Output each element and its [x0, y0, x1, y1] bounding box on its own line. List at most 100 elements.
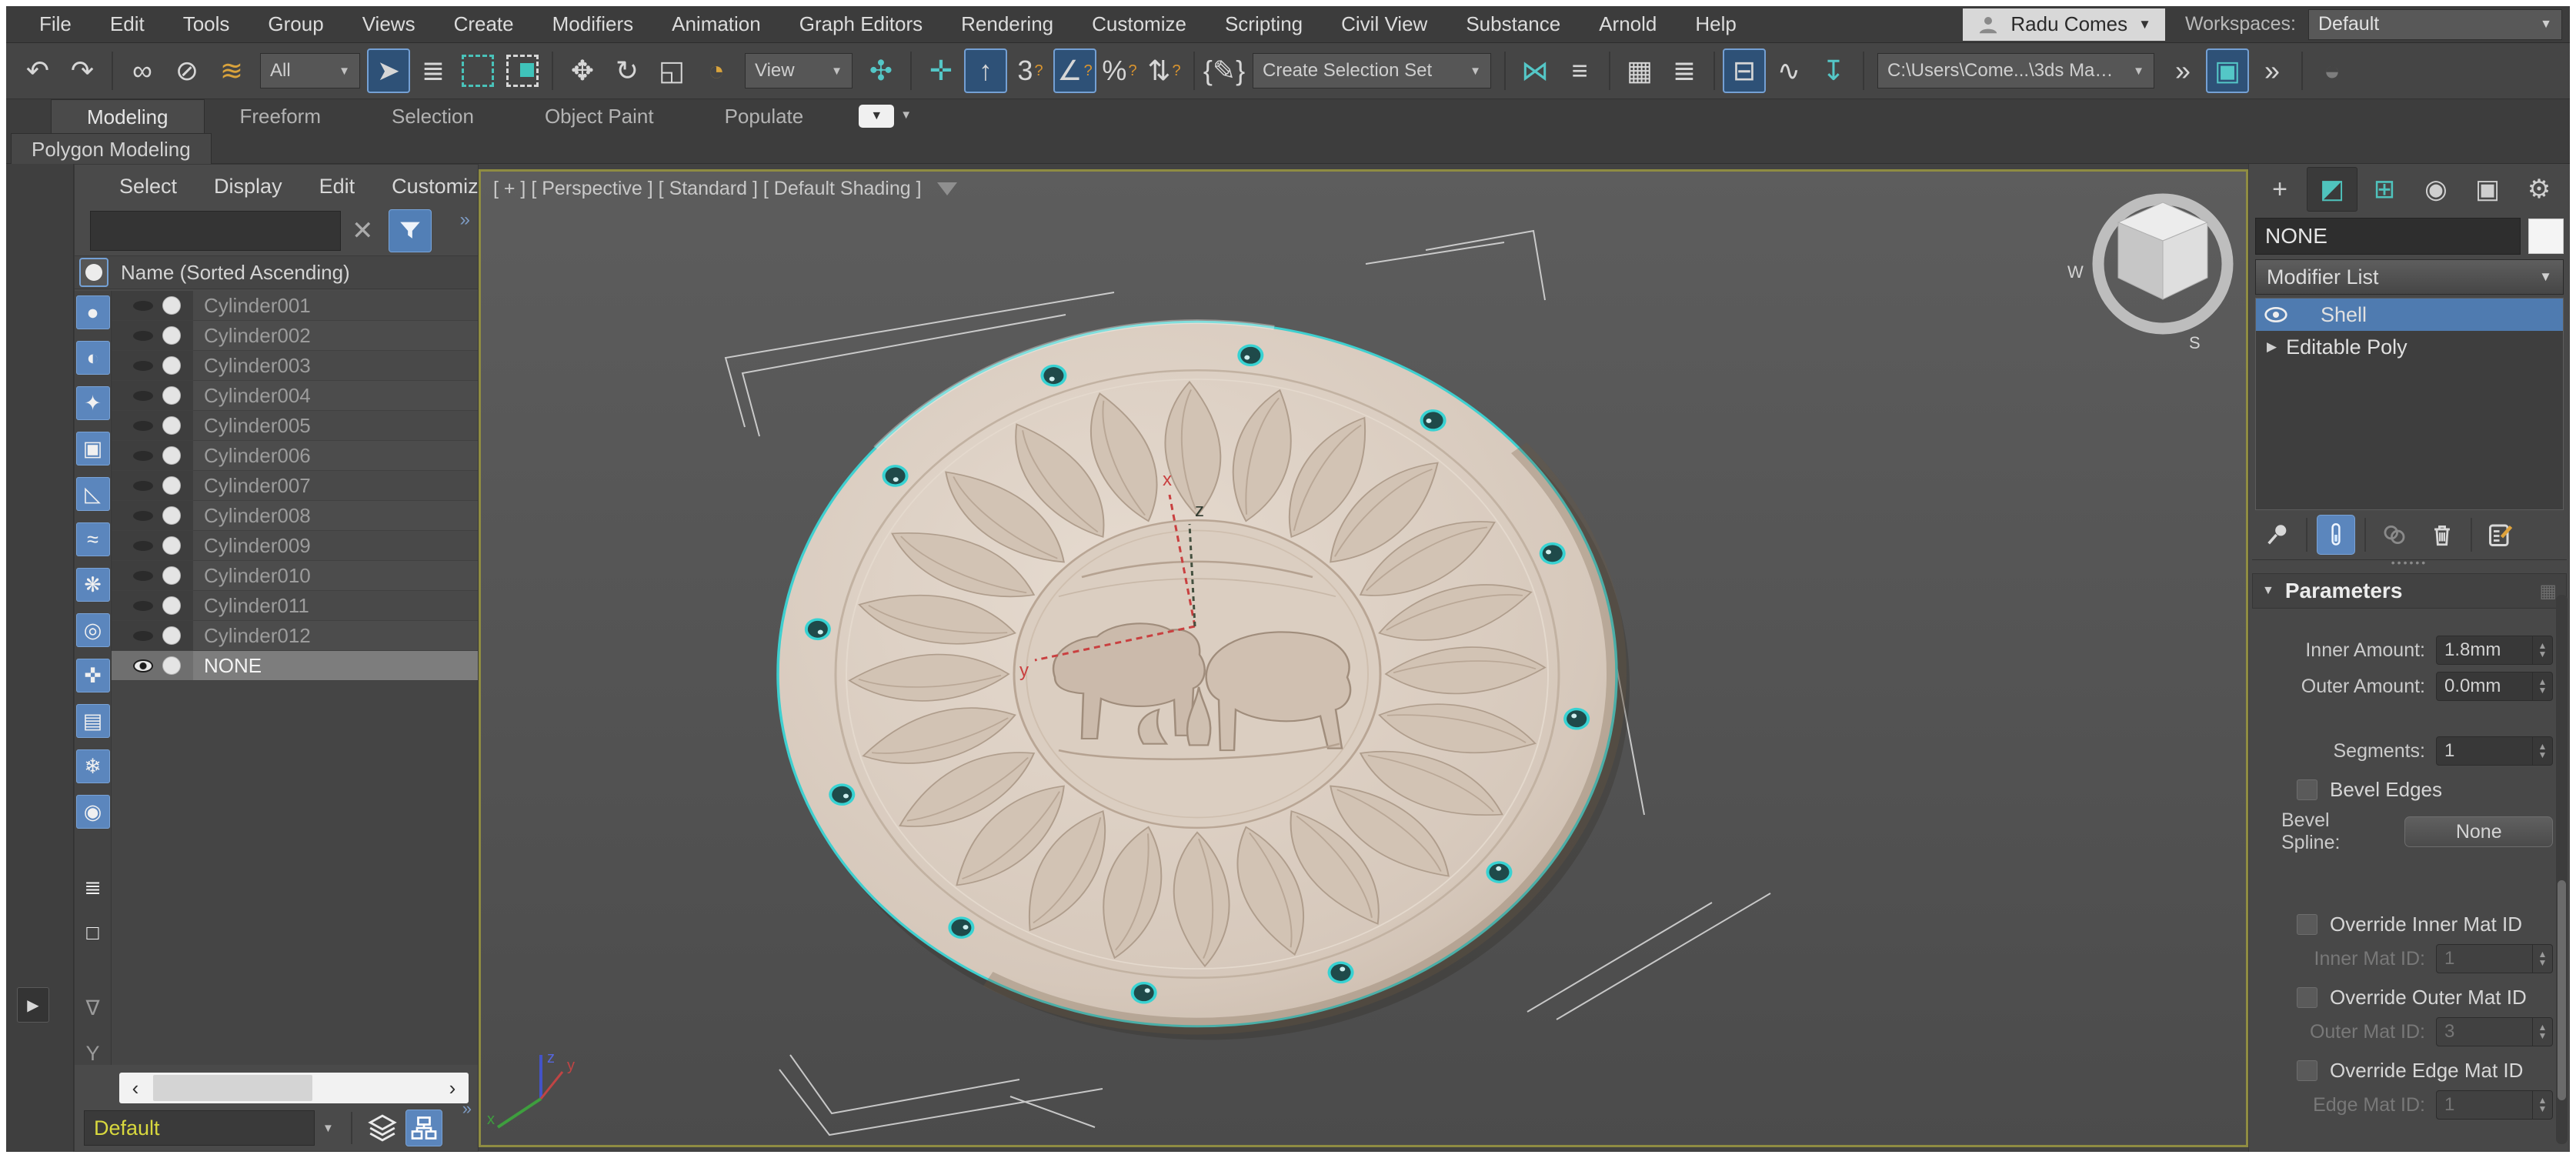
panel-splitter[interactable]: •••••• [2252, 559, 2567, 569]
viewport-label[interactable]: [ + ] [ Perspective ] [ Standard ] [ Def… [493, 178, 957, 200]
project-folder-dropdown[interactable]: C:\Users\Come...\3ds Max 2023▼ [1877, 53, 2154, 88]
viewport-label-text[interactable]: [ + ] [ Perspective ] [ Standard ] [ Def… [493, 178, 922, 200]
explorer-preset-dropdown[interactable]: Default [84, 1110, 315, 1146]
configure-modifier-sets-button[interactable] [2481, 515, 2520, 555]
spinner-arrows-icon[interactable]: ▲▼ [2532, 636, 2552, 664]
scene-row-none[interactable]: NONE [112, 651, 478, 681]
show-end-result-button[interactable] [2317, 515, 2355, 555]
explorer-menu-edit[interactable]: Edit [301, 175, 374, 199]
visibility-eye-closed-icon[interactable] [133, 511, 153, 521]
display-lights-filter-icon[interactable]: ✦ [76, 386, 110, 420]
scene-row-cylinder011[interactable]: Cylinder011 [112, 591, 478, 621]
compass-west-label[interactable]: W [2067, 262, 2084, 282]
object-name-field[interactable]: NONE [2255, 218, 2521, 255]
scene-row-cylinder007[interactable]: Cylinder007 [112, 471, 478, 501]
visibility-eye-closed-icon[interactable] [133, 481, 153, 491]
outer-amount-spinner[interactable]: 0.0mm ▲▼ [2436, 672, 2553, 701]
horizontal-scrollbar[interactable]: ‹ › [119, 1073, 469, 1103]
ribbon-tab-selection[interactable]: Selection [356, 99, 509, 133]
rectangular-selection-region-icon[interactable] [462, 55, 494, 87]
modifier-label[interactable]: Editable Poly [2286, 335, 2407, 359]
align-icon[interactable]: ≡ [1558, 48, 1601, 93]
menu-group[interactable]: Group [249, 12, 342, 36]
panel-scrollbar[interactable] [2556, 595, 2568, 1144]
blank-swatch-icon[interactable]: □ [76, 916, 110, 949]
visibility-eye-closed-icon[interactable] [133, 631, 153, 641]
scrollbar-thumb[interactable] [153, 1075, 312, 1101]
spinner-arrows-icon[interactable]: ▲▼ [2532, 737, 2552, 765]
visibility-eye-closed-icon[interactable] [133, 361, 153, 371]
display-cameras-filter-icon[interactable]: ▣ [76, 432, 110, 466]
tab-modify[interactable]: ◩ [2307, 167, 2357, 212]
display-shapes-filter-icon[interactable]: ◐ [76, 341, 110, 375]
render-setup-icon[interactable]: ◒ [2311, 48, 2354, 93]
rollout-collapse-icon[interactable]: ▼ [2262, 584, 2274, 598]
bevel-spline-none-button[interactable]: None [2404, 816, 2553, 847]
display-space-warps-filter-icon[interactable]: ≈ [76, 522, 110, 556]
inner-amount-spinner[interactable]: 1.8mm ▲▼ [2436, 636, 2553, 665]
display-frozen-filter-icon[interactable]: ❄ [76, 749, 110, 783]
scene-row-cylinder009[interactable]: Cylinder009 [112, 531, 478, 561]
scene-row-cylinder003[interactable]: Cylinder003 [112, 351, 478, 381]
override-inner-mat-id-checkbox[interactable] [2297, 914, 2317, 935]
select-and-scale-icon[interactable]: ◱ [650, 48, 693, 93]
snap-3d-icon[interactable]: 3? [1009, 48, 1052, 93]
modifier-visibility-eye-icon[interactable] [2264, 305, 2288, 324]
ribbon-tab-populate[interactable]: Populate [689, 99, 839, 133]
make-unique-button[interactable] [2375, 515, 2414, 555]
name-column-header[interactable]: Name (Sorted Ascending) [75, 255, 478, 289]
reference-coordinate-system-dropdown[interactable]: View▼ [745, 53, 853, 88]
display-materials-filter-icon[interactable]: ▤ [76, 704, 110, 738]
footer-overflow-icon[interactable]: » [462, 1099, 472, 1119]
select-and-move-icon[interactable]: ✥ [561, 48, 604, 93]
bevel-edges-checkbox[interactable] [2297, 779, 2317, 800]
ribbon-minimize-button[interactable]: ▼ [859, 105, 894, 128]
tab-create[interactable]: + [2255, 167, 2304, 212]
search-overflow-icon[interactable]: » [460, 209, 470, 231]
menu-edit[interactable]: Edit [91, 12, 164, 36]
edit-named-selection-sets-icon[interactable]: {✎} [1203, 48, 1246, 93]
scene-row-cylinder005[interactable]: Cylinder005 [112, 411, 478, 441]
layer-explorer-mode-button[interactable] [364, 1110, 401, 1146]
spinner-snap-toggle-icon[interactable]: ⇅? [1143, 48, 1186, 93]
perspective-viewport[interactable]: [ + ] [ Perspective ] [ Standard ] [ Def… [479, 169, 2248, 1147]
preset-dropdown-arrow-icon[interactable]: ▼ [322, 1122, 334, 1135]
display-all-filter-icon[interactable]: ● [76, 295, 110, 329]
toggle-scene-explorer-icon[interactable]: ▦ [1618, 48, 1661, 93]
toolbar-overflow2-icon[interactable]: » [2251, 48, 2294, 93]
scene-row-cylinder008[interactable]: Cylinder008 [112, 501, 478, 531]
menu-tools[interactable]: Tools [164, 12, 249, 36]
wishbone-filter-icon[interactable]: Y [76, 1036, 110, 1065]
viewport-funnel-icon[interactable] [937, 182, 957, 195]
select-and-place-icon[interactable]: ◔ [695, 48, 738, 93]
tab-hierarchy[interactable]: ⊞ [2360, 167, 2409, 212]
visibility-eye-closed-icon[interactable] [133, 421, 153, 431]
user-account-button[interactable]: Radu Comes ▼ [1963, 8, 2165, 41]
menu-civil-view[interactable]: Civil View [1322, 12, 1446, 36]
toolbar-overflow-icon[interactable]: » [2161, 48, 2204, 93]
select-and-link-icon[interactable]: ∞ [121, 48, 164, 93]
explorer-menu-select[interactable]: Select [101, 175, 195, 199]
snaps-toggle-icon[interactable]: ↑ [964, 48, 1007, 93]
display-containers-filter-icon[interactable]: ✜ [76, 659, 110, 692]
visibility-eye-closed-icon[interactable] [133, 571, 153, 581]
pin-stack-button[interactable] [2258, 515, 2297, 555]
scroll-right-icon[interactable]: › [436, 1076, 469, 1100]
snap-cross-icon[interactable]: ✛ [919, 48, 963, 93]
ribbon-tab-modeling[interactable]: Modeling [51, 99, 205, 133]
visibility-eye-open-icon[interactable] [133, 659, 153, 672]
parameters-rollout-header[interactable]: ▼ Parameters ▦ [2252, 573, 2567, 609]
scene-row-cylinder002[interactable]: Cylinder002 [112, 321, 478, 351]
object-color-swatch[interactable] [2528, 219, 2564, 254]
window-crossing-icon[interactable] [506, 55, 539, 87]
menu-customize[interactable]: Customize [1073, 12, 1206, 36]
modifier-stack-item-editable-poly[interactable]: ▶ Editable Poly [2256, 331, 2563, 363]
menu-file[interactable]: File [20, 12, 91, 36]
visibility-eye-closed-icon[interactable] [133, 301, 153, 311]
menu-scripting[interactable]: Scripting [1206, 12, 1322, 36]
named-selection-sets-dropdown[interactable]: Create Selection Set▼ [1253, 53, 1491, 88]
unlink-selection-icon[interactable]: ⊘ [165, 48, 209, 93]
curve-editor-icon[interactable]: ∿ [1767, 48, 1810, 93]
ribbon-tab-freeform[interactable]: Freeform [205, 99, 356, 133]
list-view-icon[interactable]: ≣ [76, 870, 110, 904]
